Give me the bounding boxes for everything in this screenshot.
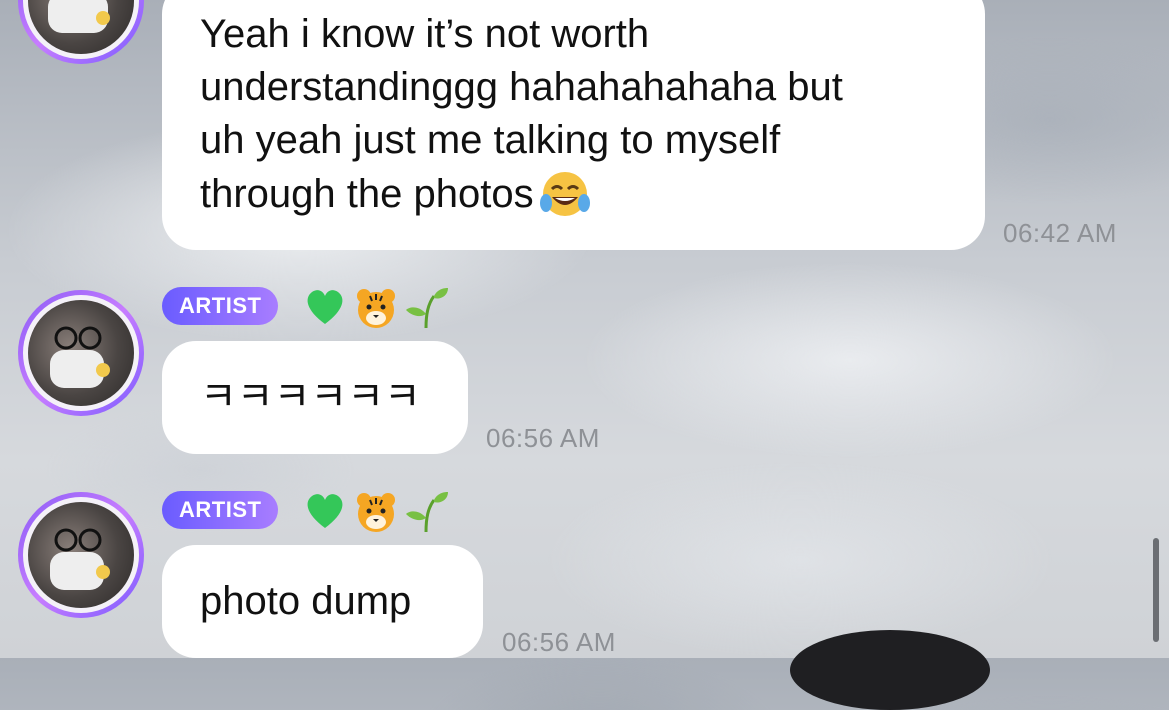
message-line: through the photos [200, 171, 534, 216]
tiger-face-icon [357, 493, 395, 532]
tiger-face-icon [357, 289, 395, 328]
avatar[interactable] [18, 0, 144, 64]
green-heart-icon [307, 290, 343, 324]
seedling-icon [406, 288, 448, 329]
message-bubble[interactable]: photo dump [162, 545, 483, 658]
timestamp: 06:42 AM [1003, 218, 1117, 248]
message-bubble[interactable]: Yeah i know it’s not worth understanding… [162, 0, 985, 250]
message-line: understandinggg hahahahahaha but [200, 65, 843, 109]
message-line: uh yeah just me talking to myself [200, 118, 781, 162]
scrollbar[interactable] [1153, 538, 1159, 642]
timestamp: 06:56 AM [486, 423, 600, 453]
avatar[interactable] [18, 290, 144, 416]
avatar[interactable] [18, 492, 144, 618]
timestamp: 06:56 AM [502, 627, 616, 657]
background-photo-subject [790, 630, 990, 710]
message-text: ㅋㅋㅋㅋㅋㅋ [200, 375, 421, 419]
artist-badge: ARTIST [162, 491, 279, 529]
message-bubble[interactable]: ㅋㅋㅋㅋㅋㅋ [162, 341, 468, 454]
message-text: photo dump [200, 579, 412, 623]
artist-badge: ARTIST [162, 287, 279, 325]
face-with-tears-of-joy-icon [539, 172, 590, 216]
seedling-icon [406, 492, 448, 533]
message-line: Yeah i know it’s not worth [200, 12, 650, 56]
green-heart-icon [307, 494, 343, 528]
